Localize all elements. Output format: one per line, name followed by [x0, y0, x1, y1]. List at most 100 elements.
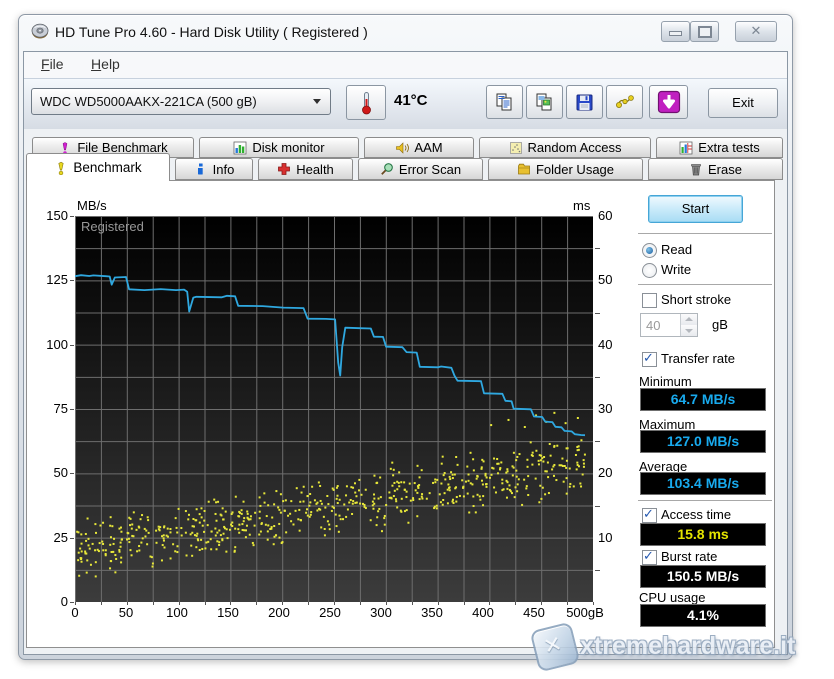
- x-axis-tick: 50: [118, 605, 134, 620]
- xtremehardware-logo: [529, 621, 581, 673]
- copy-text-icon: [496, 93, 511, 111]
- tab-aam[interactable]: AAM: [364, 137, 474, 158]
- transfer-rate-checkbox[interactable]: [642, 350, 657, 367]
- close-button[interactable]: ✕: [735, 21, 777, 42]
- x-axis-tick: 250: [319, 605, 341, 620]
- minimum-label: Minimum: [639, 374, 692, 389]
- x-axis-tickmark: [411, 602, 413, 605]
- erase-icon: [691, 164, 701, 176]
- x-axis-tickmark: [204, 602, 206, 605]
- right-axis-tick: 60: [598, 208, 613, 223]
- left-axis-tick: 25: [53, 529, 68, 545]
- tab-label: Health: [296, 161, 334, 177]
- site-watermark: xtremehardware.it: [528, 618, 834, 674]
- burst-rate-label: Burst rate: [661, 549, 718, 564]
- x-axis-tickmark: [437, 602, 439, 605]
- right-axis-tick: 10: [598, 529, 613, 545]
- right-axis-tickmark: [595, 441, 600, 443]
- x-axis-tick: 0: [71, 605, 79, 620]
- tab-label: Info: [212, 161, 235, 177]
- x-axis-tickmark: [334, 602, 335, 605]
- x-axis-tickmark: [256, 602, 258, 605]
- minimum-value: 64.7 MB/s: [640, 388, 766, 411]
- x-axis-tick: 100: [166, 605, 188, 620]
- write-radio[interactable]: [642, 263, 657, 278]
- left-axis-tick: 100: [46, 336, 68, 352]
- x-axis-tickmark: [100, 602, 102, 605]
- tab-folder-usage[interactable]: Folder Usage: [488, 158, 643, 180]
- tab-info[interactable]: Info: [175, 158, 253, 180]
- left-axis-tick: 150: [46, 208, 68, 223]
- access-time-checkbox[interactable]: [642, 506, 657, 523]
- maximize-button[interactable]: [690, 21, 719, 42]
- capacity-value: 40: [646, 318, 661, 333]
- right-axis-tickmark: [595, 569, 600, 571]
- short-stroke-checkbox[interactable]: [642, 293, 657, 308]
- tab-erase[interactable]: Erase: [648, 158, 783, 180]
- extra-tests-icon: [679, 141, 693, 154]
- right-axis-tickmark: [595, 376, 600, 378]
- copy-image-button[interactable]: [526, 85, 563, 119]
- titlebar[interactable]: HD Tune Pro 4.60 - Hard Disk Utility ( R…: [19, 15, 792, 51]
- save-icon: [576, 94, 593, 110]
- menu-file[interactable]: File: [35, 56, 70, 72]
- tab-label: AAM: [414, 140, 443, 155]
- x-axis-tickmark: [75, 602, 76, 605]
- x-axis-tickmark: [463, 602, 465, 605]
- toolbar: WDC WD5000AAKX-221CA (500 gB) 41°C Exit: [24, 79, 787, 129]
- tab-random-access[interactable]: Random Access: [479, 137, 651, 158]
- tab-health[interactable]: Health: [258, 158, 353, 180]
- device-button[interactable]: [606, 85, 643, 119]
- menu-help[interactable]: Help: [85, 56, 126, 72]
- average-value: 103.4 MB/s: [640, 472, 766, 495]
- disk-monitor-icon: [233, 141, 247, 154]
- minimize-button[interactable]: [661, 21, 690, 42]
- x-axis-tick: 400: [472, 605, 494, 620]
- right-axis-tickmark: [595, 312, 600, 314]
- left-axis-tickmark: [70, 280, 74, 282]
- error-scan-icon: [381, 163, 393, 175]
- temperature-button[interactable]: [346, 85, 386, 120]
- x-axis-tickmark: [541, 602, 543, 605]
- spinner-down-icon[interactable]: [681, 325, 697, 336]
- copy-text-button[interactable]: [486, 85, 523, 119]
- capacity-unit: gB: [712, 317, 728, 332]
- x-axis-tickmark: [359, 602, 361, 605]
- access-time-value: 15.8 ms: [640, 523, 766, 546]
- burst-rate-checkbox[interactable]: [642, 548, 657, 565]
- benchmark-icon: [58, 161, 64, 175]
- tab-benchmark[interactable]: Benchmark: [26, 153, 170, 181]
- x-axis-tick: 350: [421, 605, 443, 620]
- tab-label: Extra tests: [698, 140, 760, 155]
- tab-disk-monitor[interactable]: Disk monitor: [199, 137, 359, 158]
- capacity-spinner[interactable]: 40: [640, 313, 698, 337]
- burst-rate-value: 150.5 MB/s: [640, 565, 766, 588]
- spinner-buttons[interactable]: [680, 314, 697, 336]
- x-axis-tick: 200: [268, 605, 290, 620]
- drive-select[interactable]: WDC WD5000AAKX-221CA (500 gB): [31, 88, 331, 115]
- start-button[interactable]: Start: [648, 195, 743, 223]
- cpu-usage-label: CPU usage: [639, 590, 706, 605]
- temperature-value: 41°C: [394, 92, 428, 109]
- x-axis-tickmark: [308, 602, 310, 605]
- x-axis-tickmark: [593, 602, 594, 605]
- download-button[interactable]: [649, 85, 688, 119]
- folder-usage-icon: [518, 163, 530, 175]
- short-stroke-label: Short stroke: [661, 292, 732, 307]
- tab-label: Erase: [708, 161, 742, 177]
- x-axis-tickmark: [515, 602, 517, 605]
- maximum-value: 127.0 MB/s: [640, 430, 766, 453]
- exit-button[interactable]: Exit: [708, 88, 778, 118]
- separator: [638, 284, 772, 285]
- tab-error-scan[interactable]: Error Scan: [358, 158, 483, 180]
- tab-extra-tests[interactable]: Extra tests: [656, 137, 783, 158]
- drive-select-value: WDC WD5000AAKX-221CA (500 gB): [40, 94, 257, 109]
- hd-tune-disk-icon: [31, 23, 49, 39]
- right-axis-tick: 40: [598, 336, 613, 352]
- info-icon: [197, 163, 203, 175]
- read-radio[interactable]: [642, 243, 657, 258]
- separator: [638, 500, 772, 501]
- save-button[interactable]: [566, 85, 603, 119]
- left-axis-tickmark: [70, 409, 74, 410]
- tab-label: Random Access: [527, 140, 622, 155]
